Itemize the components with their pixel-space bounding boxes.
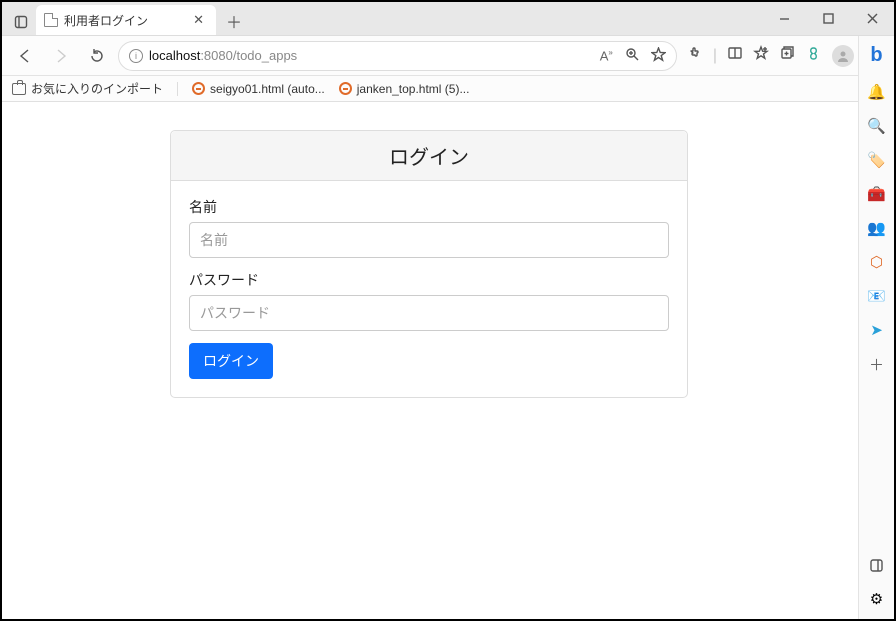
profile-avatar[interactable]: [832, 45, 854, 67]
collections-icon[interactable]: [779, 45, 795, 66]
toolbar: i localhost:8080/todo_apps A» | ⋯: [2, 36, 894, 76]
browser-essentials-icon[interactable]: [805, 45, 822, 67]
password-group: パスワード: [189, 270, 669, 331]
bookmark-item-1[interactable]: seigyo01.html (auto...: [192, 82, 325, 96]
favorite-icon[interactable]: [651, 47, 666, 65]
sidebar-settings-icon[interactable]: ⚙: [867, 589, 887, 609]
forward-button[interactable]: [46, 41, 76, 71]
url-path: :8080/todo_apps: [200, 48, 297, 63]
favorites-icon[interactable]: [753, 45, 769, 66]
card-body: 名前 パスワード ログイン: [171, 181, 687, 397]
extensions-icon[interactable]: [687, 45, 703, 66]
sidebar-games-icon[interactable]: 👥: [867, 218, 887, 238]
tab-actions-icon[interactable]: [8, 9, 34, 35]
back-button[interactable]: [10, 41, 40, 71]
bookmark-label: seigyo01.html (auto...: [210, 82, 325, 96]
sidebar-tools-icon[interactable]: 🧰: [867, 184, 887, 204]
sidebar-drop-icon[interactable]: ➤: [867, 320, 887, 340]
toolbar-right: | ⋯: [683, 45, 886, 67]
import-favorites-label: お気に入りのインポート: [31, 80, 163, 97]
sidebar-search-icon[interactable]: 🔍: [867, 116, 887, 136]
titlebar: 利用者ログイン ✕ ＋: [2, 2, 894, 36]
sidebar-toggle-icon[interactable]: [867, 555, 887, 575]
import-icon: [12, 83, 26, 95]
login-card: ログイン 名前 パスワード ログイン: [170, 130, 688, 398]
page-icon: [44, 13, 58, 27]
name-input[interactable]: [189, 222, 669, 258]
maximize-button[interactable]: [806, 2, 850, 35]
split-screen-icon[interactable]: [727, 45, 743, 66]
close-window-button[interactable]: [850, 2, 894, 35]
bing-chat-icon[interactable]: b: [864, 42, 890, 68]
tab-strip: 利用者ログイン ✕ ＋: [2, 2, 248, 35]
sidebar-office-icon[interactable]: ⬡: [867, 252, 887, 272]
sidebar-bell-icon[interactable]: 🔔: [867, 82, 887, 102]
url-host: localhost: [149, 48, 200, 63]
sidebar-outlook-icon[interactable]: 📧: [867, 286, 887, 306]
zoom-icon[interactable]: [625, 47, 639, 64]
bookmark-favicon: [339, 82, 352, 95]
read-aloud-icon[interactable]: A»: [600, 48, 613, 63]
edge-sidebar: b 🔔 🔍 🏷️ 🧰 👥 ⬡ 📧 ➤ ＋ ⚙: [858, 36, 894, 619]
bookmarks-bar: お気に入りのインポート seigyo01.html (auto... janke…: [2, 76, 894, 102]
sidebar-shopping-icon[interactable]: 🏷️: [867, 150, 887, 170]
address-bar[interactable]: i localhost:8080/todo_apps A»: [118, 41, 677, 71]
refresh-button[interactable]: [82, 41, 112, 71]
browser-tab[interactable]: 利用者ログイン ✕: [36, 5, 216, 35]
bookmark-label: janken_top.html (5)...: [357, 82, 470, 96]
name-group: 名前: [189, 197, 669, 258]
login-button[interactable]: ログイン: [189, 343, 273, 379]
url-text: localhost:8080/todo_apps: [149, 48, 594, 63]
bookmark-item-2[interactable]: janken_top.html (5)...: [339, 82, 470, 96]
bookmark-favicon: [192, 82, 205, 95]
card-header: ログイン: [171, 131, 687, 181]
page-content: ログイン 名前 パスワード ログイン: [2, 102, 856, 619]
window-controls: [762, 2, 894, 35]
tab-title: 利用者ログイン: [64, 12, 183, 29]
site-info-icon[interactable]: i: [129, 49, 143, 63]
close-tab-button[interactable]: ✕: [189, 12, 208, 28]
bookmark-separator: [177, 82, 178, 96]
minimize-button[interactable]: [762, 2, 806, 35]
new-tab-button[interactable]: ＋: [220, 7, 248, 35]
address-bar-actions: A»: [600, 47, 666, 65]
import-favorites[interactable]: お気に入りのインポート: [12, 80, 163, 97]
name-label: 名前: [189, 197, 669, 217]
password-input[interactable]: [189, 295, 669, 331]
sidebar-add-icon[interactable]: ＋: [867, 354, 887, 374]
password-label: パスワード: [189, 270, 669, 290]
